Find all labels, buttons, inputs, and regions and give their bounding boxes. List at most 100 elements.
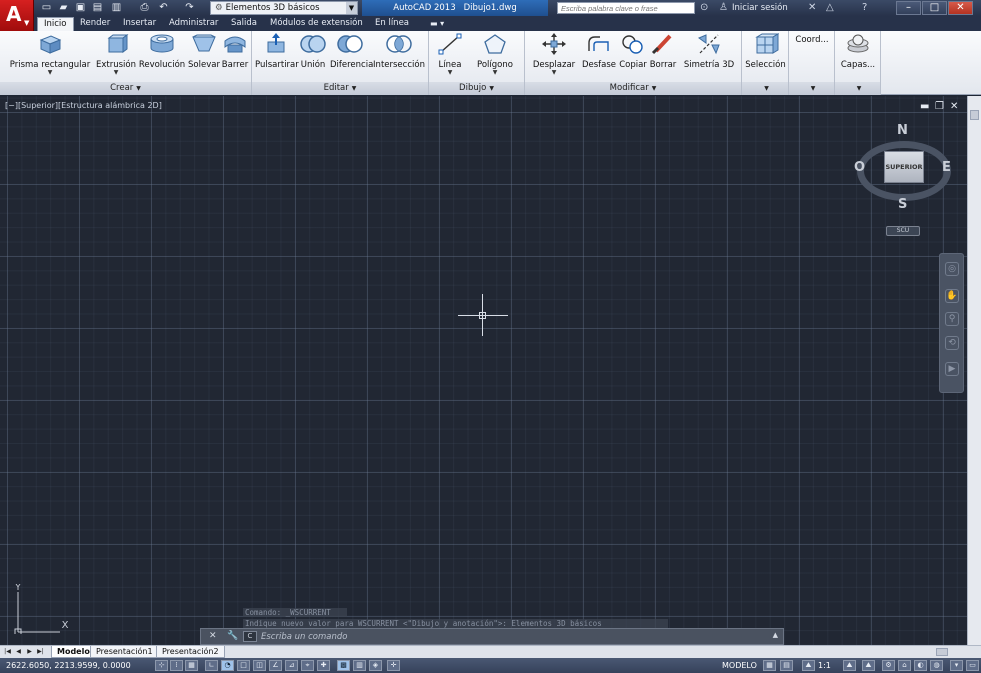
line-tool-button[interactable]: Línea ▼	[435, 33, 465, 76]
plot-icon[interactable]: ▥	[110, 2, 123, 14]
print-icon[interactable]: ⎙	[138, 2, 151, 14]
tab-render[interactable]: Render	[74, 17, 116, 31]
panel-title-editar[interactable]: Editar ▼	[252, 82, 428, 95]
tab-presentacion1[interactable]: Presentación1	[90, 646, 159, 658]
erase-tool-button[interactable]: Borrar	[649, 33, 677, 70]
viewcube[interactable]: SUPERIOR N S E O	[854, 121, 954, 221]
intersect-tool-button[interactable]: Intersección	[373, 33, 425, 70]
move-tool-button[interactable]: Desplazar ▼	[532, 33, 576, 76]
coord-tool-button[interactable]: Coord...	[791, 35, 833, 45]
horizontal-scroll-thumb[interactable]	[936, 648, 948, 656]
command-prompt-icon[interactable]: C	[243, 631, 257, 642]
orbit-icon[interactable]: ⟲	[945, 336, 959, 350]
panel-title-modificar[interactable]: Modificar ▼	[525, 82, 741, 95]
viewport-close-icon[interactable]: ✕	[950, 102, 958, 112]
save-as-icon[interactable]: ▤	[91, 2, 104, 14]
hardware-acceleration-icon[interactable]: ◐	[914, 660, 927, 671]
tab-en-linea[interactable]: En línea	[369, 17, 415, 31]
compass-south[interactable]: S	[898, 197, 907, 212]
tab-salida[interactable]: Salida	[225, 17, 263, 31]
box-tool-button[interactable]: Prisma rectangular ▼	[8, 33, 92, 76]
redo-icon[interactable]: ↷	[183, 2, 196, 14]
last-layout-icon[interactable]: ▶|	[36, 647, 45, 657]
compass-north[interactable]: N	[897, 123, 908, 138]
tab-presentacion2[interactable]: Presentación2	[156, 646, 225, 658]
ducs-icon[interactable]: ⊿	[285, 660, 298, 671]
selection-cycling-icon[interactable]: ◈	[369, 660, 382, 671]
workspace-select[interactable]: ⚙ Elementos 3D básicos ▼	[210, 1, 358, 15]
first-layout-icon[interactable]: |◀	[3, 647, 12, 657]
snap-icon[interactable]: ⁞	[170, 660, 183, 671]
viewport-restore-icon[interactable]: ❐	[935, 102, 944, 112]
presspull-tool-button[interactable]: Pulsartirar	[255, 33, 299, 70]
transparency-icon[interactable]: ▩	[337, 660, 350, 671]
triangle-icon[interactable]: △	[826, 2, 834, 14]
quick-view-drawings-icon[interactable]: ▤	[780, 660, 793, 671]
compass-east[interactable]: E	[942, 160, 951, 175]
workspace-switch-icon[interactable]: ⚙	[882, 660, 895, 671]
open-file-icon[interactable]: ▰	[57, 2, 70, 14]
chevron-up-icon[interactable]: ▲	[773, 631, 778, 639]
viewcube-face-top[interactable]: SUPERIOR	[884, 151, 924, 183]
vertical-scrollbar[interactable]	[967, 96, 981, 645]
close-icon[interactable]: ✕	[209, 631, 217, 641]
dyn-icon[interactable]: ⌖	[301, 660, 314, 671]
panel-title-coord[interactable]: ▼	[789, 82, 834, 95]
showmotion-icon[interactable]: ▶	[945, 362, 959, 376]
drawing-area[interactable]: [−][Superior][Estructura alámbrica 2D] ▬…	[0, 96, 967, 645]
panel-title-dibujo[interactable]: Dibujo ▼	[429, 82, 524, 95]
minimize-button[interactable]: –	[896, 1, 921, 15]
prev-layout-icon[interactable]: ◀	[14, 647, 23, 657]
revolve-tool-button[interactable]: Revolución	[138, 33, 186, 70]
viewport-minimize-icon[interactable]: ▬	[920, 102, 929, 112]
quick-properties-icon[interactable]: ▥	[353, 660, 366, 671]
scroll-thumb[interactable]	[970, 110, 979, 120]
annotation-visibility-icon[interactable]: ⛰	[843, 660, 856, 671]
layers-tool-button[interactable]: Capas...	[837, 33, 879, 70]
undo-icon[interactable]: ↶	[157, 2, 170, 14]
lineweight-icon[interactable]: ✚	[317, 660, 330, 671]
3dosnap-icon[interactable]: ◫	[253, 660, 266, 671]
tab-modulos-extension[interactable]: Módulos de extensión	[264, 17, 369, 31]
search-input[interactable]	[557, 2, 695, 14]
panel-title-capas[interactable]: ▼	[835, 82, 880, 95]
tab-insertar[interactable]: Insertar	[117, 17, 162, 31]
command-input[interactable]	[261, 631, 771, 643]
panel-title-crear[interactable]: Crear ▼	[0, 82, 251, 95]
status-menu-icon[interactable]: ▾	[950, 660, 963, 671]
help-icon[interactable]: ?	[862, 2, 867, 14]
subtract-tool-button[interactable]: Diferencia	[330, 33, 373, 70]
sweep-tool-button[interactable]: Barrer	[221, 33, 249, 70]
quick-view-layouts-icon[interactable]: ▦	[763, 660, 776, 671]
model-space-button[interactable]: MODELO	[720, 660, 759, 671]
steering-wheel-icon[interactable]: ◎	[945, 262, 959, 276]
exchange-icon[interactable]: ✕	[808, 2, 816, 14]
annotation-monitor-icon[interactable]: ✛	[387, 660, 400, 671]
clean-screen-icon[interactable]: ▭	[966, 660, 979, 671]
binoculars-icon[interactable]: ⊙	[700, 2, 708, 14]
coordinates-readout[interactable]: 2622.6050, 2213.9599, 0.0000	[6, 660, 131, 671]
save-icon[interactable]: ▣	[74, 2, 87, 14]
signin-link[interactable]: Iniciar sesión	[732, 1, 788, 15]
lock-icon[interactable]: ⌂	[898, 660, 911, 671]
mirror3d-tool-button[interactable]: Simetría 3D	[683, 33, 735, 70]
new-file-icon[interactable]: ▭	[40, 2, 53, 14]
tab-inicio[interactable]: Inicio	[37, 17, 74, 32]
union-tool-button[interactable]: Unión	[299, 33, 327, 70]
otrack-icon[interactable]: ∠	[269, 660, 282, 671]
selection-tool-button[interactable]: Selección	[744, 33, 787, 70]
wrench-icon[interactable]: 🔧	[227, 631, 238, 641]
annotation-scale-icon[interactable]: ⛰	[802, 660, 815, 671]
isolate-objects-icon[interactable]: ◍	[930, 660, 943, 671]
tab-extra-icon[interactable]: ▬ ▾	[424, 17, 450, 31]
zoom-icon[interactable]: ⚲	[945, 312, 959, 326]
next-layout-icon[interactable]: ▶	[25, 647, 34, 657]
offset-tool-button[interactable]: Desfase	[581, 33, 617, 70]
compass-west[interactable]: O	[854, 160, 865, 175]
panel-title-seleccion[interactable]: ▼	[742, 82, 788, 95]
pan-icon[interactable]: ✋	[945, 289, 959, 303]
grid-icon[interactable]: ▦	[185, 660, 198, 671]
extrude-tool-button[interactable]: Extrusión ▼	[96, 33, 136, 76]
user-icon[interactable]: ♙	[719, 2, 728, 14]
viewport-controls[interactable]: [−][Superior][Estructura alámbrica 2D]	[5, 101, 162, 110]
